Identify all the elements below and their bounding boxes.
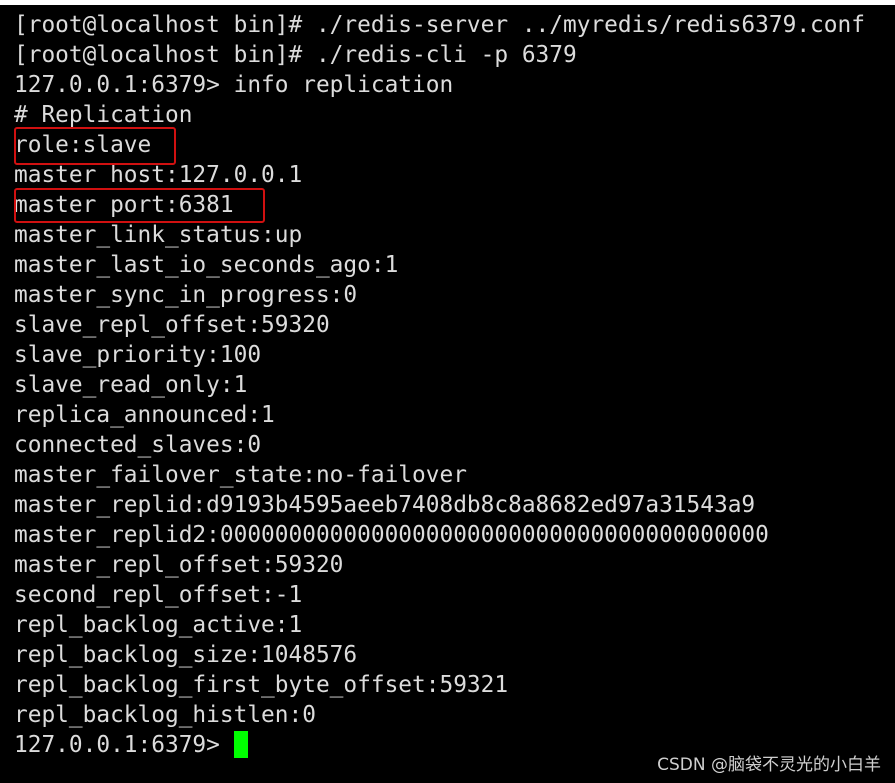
terminal-line: master_replid:d9193b4595aeeb7408db8c8a86… bbox=[14, 492, 756, 518]
terminal-line: repl_backlog_active:1 bbox=[14, 612, 303, 638]
cursor bbox=[233, 731, 248, 758]
terminal-line: [root@localhost bin]# ./redis-cli -p 637… bbox=[14, 42, 577, 68]
terminal-line: slave_read_only:1 bbox=[14, 372, 248, 398]
watermark: CSDN @脑袋不灵光的小白羊 bbox=[657, 755, 881, 775]
window-top-edge bbox=[0, 0, 895, 5]
highlight-role-box bbox=[14, 127, 176, 165]
terminal-line: [root@localhost bin]# ./redis-server ../… bbox=[14, 12, 865, 38]
terminal-line: 127.0.0.1:6379> info replication bbox=[14, 72, 454, 98]
terminal-line: slave_repl_offset:59320 bbox=[14, 312, 330, 338]
terminal-line: master_last_io_seconds_ago:1 bbox=[14, 252, 399, 278]
terminal-line: repl_backlog_size:1048576 bbox=[14, 642, 358, 668]
terminal-line: slave_priority:100 bbox=[14, 342, 262, 368]
terminal-line: repl_backlog_histlen:0 bbox=[14, 702, 316, 728]
terminal-line: # Replication bbox=[14, 102, 193, 128]
terminal-line: master_failover_state:no-failover bbox=[14, 462, 467, 488]
terminal-output[interactable]: [root@localhost bin]# ./redis-server ../… bbox=[14, 10, 865, 760]
terminal-line: repl_backlog_first_byte_offset:59321 bbox=[14, 672, 509, 698]
prompt: 127.0.0.1:6379> bbox=[14, 732, 234, 758]
terminal-line: master_repl_offset:59320 bbox=[14, 552, 344, 578]
terminal-line: master_link_status:up bbox=[14, 222, 303, 248]
highlight-master-port-box bbox=[14, 188, 265, 223]
terminal-line: connected_slaves:0 bbox=[14, 432, 262, 458]
terminal-line: master_replid2:0000000000000000000000000… bbox=[14, 522, 769, 548]
terminal-line: second_repl_offset:-1 bbox=[14, 582, 303, 608]
terminal-line: master_sync_in_progress:0 bbox=[14, 282, 358, 308]
terminal-line: replica_announced:1 bbox=[14, 402, 275, 428]
